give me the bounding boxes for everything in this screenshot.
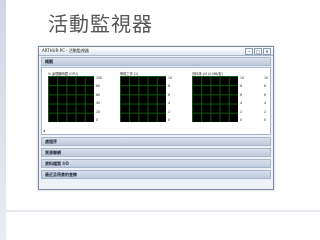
section-recent-expensive-queries-header[interactable]: 最近且昂貴的查詢 bbox=[41, 170, 271, 179]
window-titlebar: ARTHUR-PC - 活動監視器 ‒ □ ✕ bbox=[39, 47, 273, 56]
activity-monitor-window: ARTHUR-PC - 活動監視器 ‒ □ ✕ 概觀 % 處理器時間 (CPU)… bbox=[38, 46, 274, 190]
axis-tick: 10 bbox=[240, 76, 245, 80]
axis-tick: 0 bbox=[168, 117, 171, 122]
slide-title: 活動監視器 bbox=[48, 12, 153, 36]
axis-tick: 0 bbox=[240, 117, 243, 122]
scroll-left-icon[interactable]: ◂ bbox=[43, 128, 45, 133]
overview-panel: % 處理器時間 (CPU) 100 80 60 40 20 0 等候工作 (1)… bbox=[41, 67, 271, 135]
axis-tick: 10 bbox=[168, 76, 173, 80]
axis-tick: 0 bbox=[264, 117, 267, 122]
axis-tick: 2 bbox=[240, 109, 243, 114]
axis-tick: 8 bbox=[264, 84, 267, 89]
chart-axis: 100 80 60 40 20 0 bbox=[96, 76, 102, 122]
axis-tick: 4 bbox=[264, 101, 267, 106]
slide-decoration-left bbox=[0, 0, 6, 240]
section-resource-waits-header[interactable]: 資源聯網 bbox=[41, 148, 271, 157]
axis-tick: 4 bbox=[168, 101, 171, 106]
section-overview-header[interactable]: 概觀 bbox=[41, 57, 271, 66]
axis-tick: 4 bbox=[240, 101, 243, 106]
axis-tick: 8 bbox=[240, 84, 243, 89]
minimize-icon[interactable]: ‒ bbox=[245, 48, 253, 55]
chart-axis: 10 8 6 4 2 0 bbox=[168, 76, 172, 122]
chart-plot bbox=[192, 76, 238, 122]
axis-tick: 80 bbox=[96, 84, 101, 89]
axis-tick: 6 bbox=[240, 92, 243, 97]
chart-database-io: 資料庫 I/O (0 MB/秒) 10 8 6 4 2 0 bbox=[190, 71, 248, 127]
chart-waiting-tasks: 等候工作 (1) 10 8 6 4 2 0 bbox=[118, 71, 176, 127]
close-icon[interactable]: ✕ bbox=[263, 48, 271, 55]
axis-tick: 0 bbox=[96, 117, 99, 122]
section-processes-header[interactable]: 處理序 bbox=[41, 137, 271, 146]
chart-plot bbox=[120, 76, 166, 122]
chart-cpu: % 處理器時間 (CPU) 100 80 60 40 20 0 bbox=[46, 71, 104, 127]
window-title: ARTHUR-PC - 活動監視器 bbox=[42, 48, 89, 53]
maximize-icon[interactable]: □ bbox=[254, 48, 262, 55]
slide-divider bbox=[0, 210, 320, 212]
axis-tick: 40 bbox=[96, 101, 101, 106]
axis-tick: 20 bbox=[96, 109, 101, 114]
axis-tick: 100 bbox=[96, 76, 103, 80]
chart-plot bbox=[48, 76, 94, 122]
axis-tick: 2 bbox=[168, 109, 171, 114]
axis-tick: 10 bbox=[264, 76, 269, 80]
axis-tick: 6 bbox=[168, 92, 171, 97]
chart-axis: 10 8 6 4 2 0 bbox=[240, 76, 244, 122]
axis-tick: 60 bbox=[96, 92, 101, 97]
chart-axis-right: 10 8 6 4 2 0 bbox=[264, 76, 268, 122]
window-controls: ‒ □ ✕ bbox=[245, 48, 271, 55]
collapsed-sections: 處理序 資源聯網 資料檔案 I/O 最近且昂貴的查詢 bbox=[39, 137, 273, 179]
section-data-file-io-header[interactable]: 資料檔案 I/O bbox=[41, 159, 271, 168]
axis-tick: 8 bbox=[168, 84, 171, 89]
axis-tick: 6 bbox=[264, 92, 267, 97]
axis-tick: 2 bbox=[264, 109, 267, 114]
